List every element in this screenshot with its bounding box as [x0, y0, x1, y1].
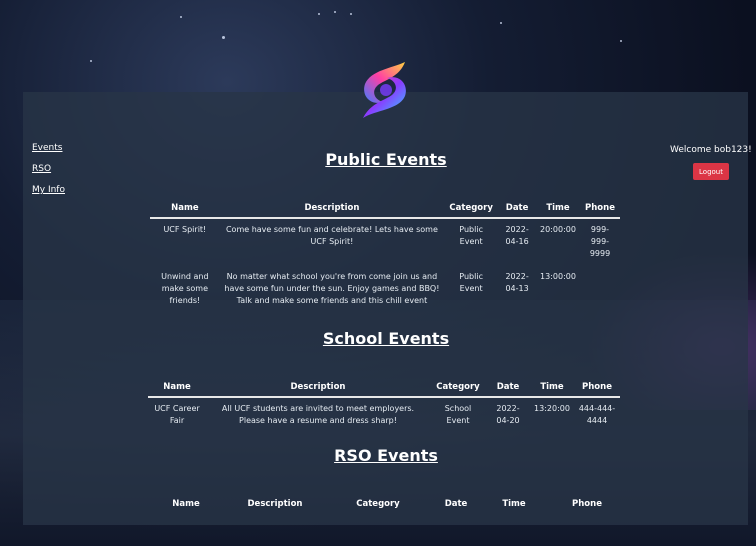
cell-description: Come have some fun and celebrate! Lets h…	[225, 225, 438, 246]
cell-date: 2022-04-16	[505, 225, 529, 246]
cell-time: 13:00:00	[540, 272, 576, 281]
column-header-phone: Phone	[572, 499, 602, 509]
side-nav: Events RSO My Info	[32, 143, 65, 206]
cell-phone	[580, 266, 620, 312]
cell-phone: 999-999-9999	[589, 225, 611, 258]
star	[500, 22, 502, 24]
cell-phone: 444-444-4444	[578, 404, 616, 425]
table-row: UCF Career Fair All UCF students are inv…	[148, 397, 620, 432]
column-header-description: Description	[247, 499, 303, 509]
star	[350, 13, 352, 15]
table-row: UCF Spirit! Come have some fun and celeb…	[150, 218, 620, 266]
nav-link-my-info[interactable]: My Info	[32, 185, 65, 195]
column-header-category: Category	[430, 379, 486, 398]
column-header-category: Category	[444, 200, 499, 219]
column-header-description: Description	[206, 379, 430, 398]
cell-time: 20:00:00	[540, 225, 576, 234]
column-header-name: Name	[150, 200, 220, 219]
column-header-time: Time	[536, 200, 580, 219]
welcome-message: Welcome bob123!	[670, 145, 752, 155]
nav-link-events[interactable]: Events	[32, 143, 65, 153]
column-header-phone: Phone	[574, 379, 620, 398]
column-header-phone: Phone	[579, 200, 620, 219]
star	[90, 60, 92, 62]
star	[222, 36, 225, 39]
column-header-date: Date	[444, 499, 468, 509]
cell-category: School Event	[444, 404, 472, 425]
table-row: Unwind and make some friends! No matter …	[150, 266, 620, 312]
column-header-name: Name	[148, 379, 206, 398]
star	[620, 40, 622, 42]
star	[180, 16, 182, 18]
school-events-table: Name Description Category Date Time Phon…	[148, 379, 620, 432]
cell-date: 2022-04-13	[505, 272, 529, 293]
app-logo	[363, 62, 406, 118]
star	[334, 11, 336, 13]
cell-category: Public Event	[459, 272, 483, 293]
public-events-heading: Public Events	[325, 150, 447, 169]
rso-events-heading: RSO Events	[334, 446, 438, 465]
school-events-heading: School Events	[322, 329, 450, 348]
star	[318, 13, 320, 15]
cell-date: 2022-04-20	[496, 404, 520, 425]
cell-description: All UCF students are invited to meet emp…	[221, 404, 415, 425]
column-header-name: Name	[172, 499, 200, 509]
column-header-date: Date	[498, 200, 537, 219]
column-header-date: Date	[486, 379, 530, 398]
logout-button[interactable]: Logout	[693, 163, 729, 180]
cell-name: UCF Spirit!	[163, 225, 207, 234]
column-header-time: Time	[502, 499, 526, 509]
column-header-time: Time	[530, 379, 574, 398]
column-header-category: Category	[356, 499, 400, 509]
public-events-table: Name Description Category Date Time Phon…	[150, 200, 620, 312]
rso-events-table: Name Description Category Date Time Phon…	[150, 496, 630, 513]
cell-name: UCF Career Fair	[154, 404, 200, 425]
cell-name: Unwind and make some friends!	[161, 272, 209, 305]
column-header-description: Description	[219, 200, 445, 219]
nav-link-rso[interactable]: RSO	[32, 164, 65, 174]
cell-description: No matter what school you're from come j…	[224, 272, 440, 305]
cell-category: Public Event	[459, 225, 483, 246]
cell-time: 13:20:00	[534, 404, 570, 413]
